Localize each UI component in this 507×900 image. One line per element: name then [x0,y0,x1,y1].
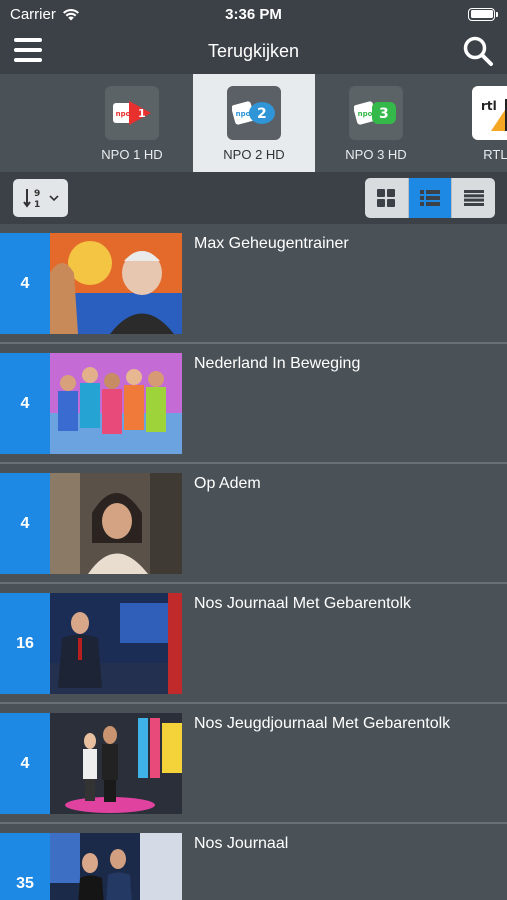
program-list: 4 Max Geheugentrainer 4 Nederland In Bew… [0,224,507,900]
compact-list-icon [463,190,484,206]
channel-strip[interactable]: npo 1 NPO 1 HD npo 2 NPO 2 HD npo 3 NPO … [0,74,507,172]
chevron-down-icon [48,194,59,201]
carrier-label: Carrier [10,5,56,23]
program-title: Nos Jeugdjournaal Met Gebarentolk [194,715,451,732]
channel-label: NPO 1 HD [101,147,163,162]
view-mode-selector[interactable] [365,178,495,218]
sort-button[interactable]: 9 1 [13,179,68,217]
grid-view-button[interactable] [365,178,409,218]
status-bar: Carrier 3:36 PM [0,0,507,28]
program-title: Max Geheugentrainer [194,235,349,252]
episode-count-badge: 35 [0,833,50,900]
program-title: Nos Journaal Met Gebarentolk [194,595,411,612]
channel-npo2[interactable]: npo 2 NPO 2 HD [193,74,315,172]
program-thumbnail [50,593,182,694]
list-view-button[interactable] [408,178,453,218]
menu-icon[interactable] [14,38,42,62]
svg-text:rtl: rtl [481,99,497,113]
svg-text:9: 9 [34,189,40,199]
list-item[interactable]: 35 Nos Journaal [0,824,507,900]
page-title: Terugkijken [207,40,300,61]
program-thumbnail [50,353,182,454]
channel-label: NPO 3 HD [345,147,407,162]
svg-text:1: 1 [34,200,40,210]
grid-icon [377,189,396,207]
list-item[interactable]: 4 Max Geheugentrainer [0,224,507,344]
navigation-bar: Terugkijken [0,28,507,74]
npo3-logo-icon: npo 3 [349,86,403,140]
svg-text:2: 2 [257,106,267,122]
program-title: Nederland In Beweging [194,355,361,372]
svg-text:1: 1 [138,107,146,120]
episode-count-badge: 16 [0,593,50,694]
battery-icon [468,7,498,21]
episode-count-badge: 4 [0,233,50,334]
list-item[interactable]: 4 Op Adem [0,464,507,584]
program-thumbnail [50,473,182,574]
episode-count-badge: 4 [0,713,50,814]
channel-npo3[interactable]: npo 3 NPO 3 HD [315,74,437,172]
rtl4-logo-icon: rtl [472,86,507,140]
program-thumbnail [50,233,182,334]
list-toolbar: 9 1 [0,172,507,224]
channel-label: NPO 2 HD [223,147,285,162]
wifi-icon [62,8,79,21]
svg-text:npo: npo [236,110,251,118]
sort-numeric-icon: 9 1 [22,189,40,210]
list-item[interactable]: 4 Nederland In Beweging [0,344,507,464]
channel-label: RTL4 [483,147,507,162]
program-title: Op Adem [194,475,261,492]
npo1-logo-icon: npo 1 [105,86,159,140]
program-title: Nos Journaal [194,835,289,852]
channel-npo1[interactable]: npo 1 NPO 1 HD [71,74,193,172]
compact-view-button[interactable] [452,178,495,218]
list-icon [420,190,440,206]
episode-count-badge: 4 [0,353,50,454]
channel-rtl4[interactable]: rtl RTL4 [438,74,507,172]
npo2-logo-icon: npo 2 [227,86,281,140]
svg-text:3: 3 [379,106,389,122]
episode-count-badge: 4 [0,473,50,574]
program-thumbnail [50,713,182,814]
list-item[interactable]: 16 Nos Journaal Met Gebarentolk [0,584,507,704]
program-thumbnail [50,833,182,900]
svg-text:npo: npo [358,110,373,118]
list-item[interactable]: 4 Nos Jeugdjournaal Met Gebarentolk [0,704,507,824]
svg-text:npo: npo [116,110,131,118]
search-icon[interactable] [461,34,495,68]
